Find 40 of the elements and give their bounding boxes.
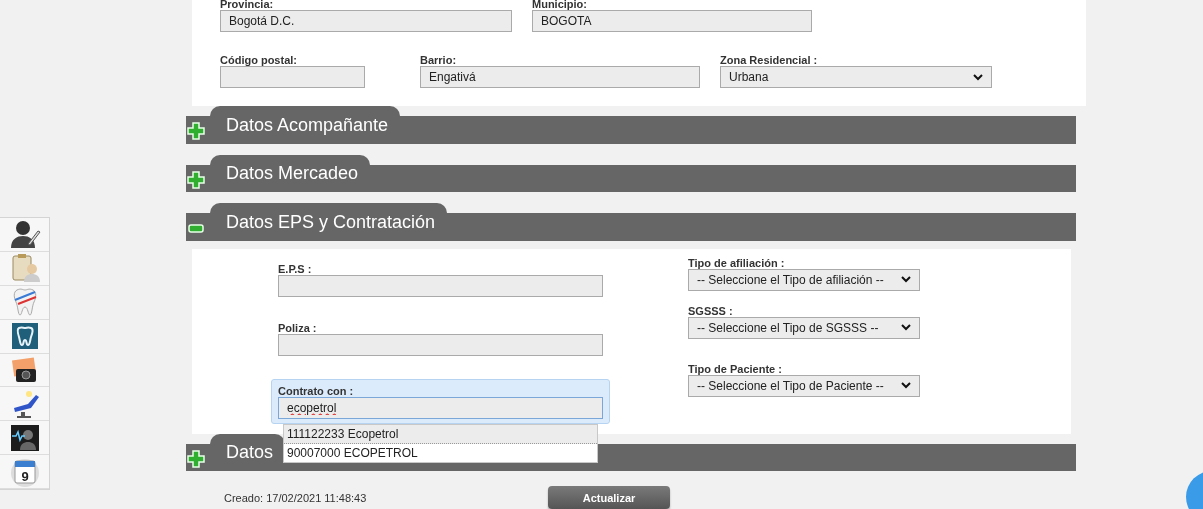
input-field[interactable] <box>278 333 603 356</box>
chevron-down-icon <box>901 324 911 331</box>
section-header[interactable]: Datos Mercadeo <box>186 154 1076 192</box>
select-field[interactable]: -- Seleccione el Tipo de SGSSS -- <box>688 316 920 339</box>
section-title: Datos Acompañante <box>226 114 389 136</box>
input-field[interactable]: ecopetrol <box>278 396 603 419</box>
update-button[interactable]: Actualizar <box>548 486 670 509</box>
input-field[interactable]: Bogotá D.C. <box>220 10 512 32</box>
select-field[interactable]: Urbana <box>720 66 992 88</box>
field-label: Municipio: <box>532 0 588 10</box>
section-title: Datos EPS y Contratación <box>226 211 436 233</box>
chevron-down-icon <box>973 73 983 81</box>
section-header[interactable]: Datos EPS y Contratación <box>186 203 1076 241</box>
input-field[interactable] <box>278 274 603 297</box>
chevron-down-icon <box>901 382 911 389</box>
chevron-down-icon <box>901 276 911 283</box>
field-label: Tipo de afiliación : <box>688 256 786 269</box>
field-label: Tipo de Paciente : <box>688 362 783 375</box>
field-label: Barrio: <box>420 54 458 66</box>
select-field[interactable]: -- Seleccione el Tipo de afiliación -- <box>688 268 920 291</box>
field-label: Código postal: <box>220 54 298 66</box>
expand-icon[interactable] <box>186 448 206 469</box>
field-label: Provincia: <box>220 0 275 10</box>
section-title: Datos <box>226 442 274 463</box>
expand-icon[interactable] <box>186 169 206 190</box>
user-pen-icon[interactable] <box>8 218 41 251</box>
input-field[interactable]: Engativá <box>420 66 700 88</box>
suggestion-item[interactable]: 111122233 Ecopetrol <box>284 424 597 444</box>
section-title: Datos Mercadeo <box>226 163 359 184</box>
field-label: Contrato con : <box>278 384 355 397</box>
select-field[interactable]: -- Seleccione el Tipo de Paciente -- <box>688 374 920 397</box>
field-label: E.P.S : <box>278 262 313 275</box>
field-label: Zona Residencial : <box>720 54 819 66</box>
section-header[interactable]: Datos Acompañante <box>186 106 1076 144</box>
field-label: Poliza : <box>278 321 318 334</box>
expand-icon[interactable] <box>186 121 206 141</box>
created-timestamp: Creado: 17/02/2021 11:48:43 <box>224 491 368 504</box>
field-label: SGSSS : <box>688 304 734 317</box>
input-field[interactable]: BOGOTA <box>532 10 812 32</box>
input-field[interactable] <box>220 66 365 88</box>
